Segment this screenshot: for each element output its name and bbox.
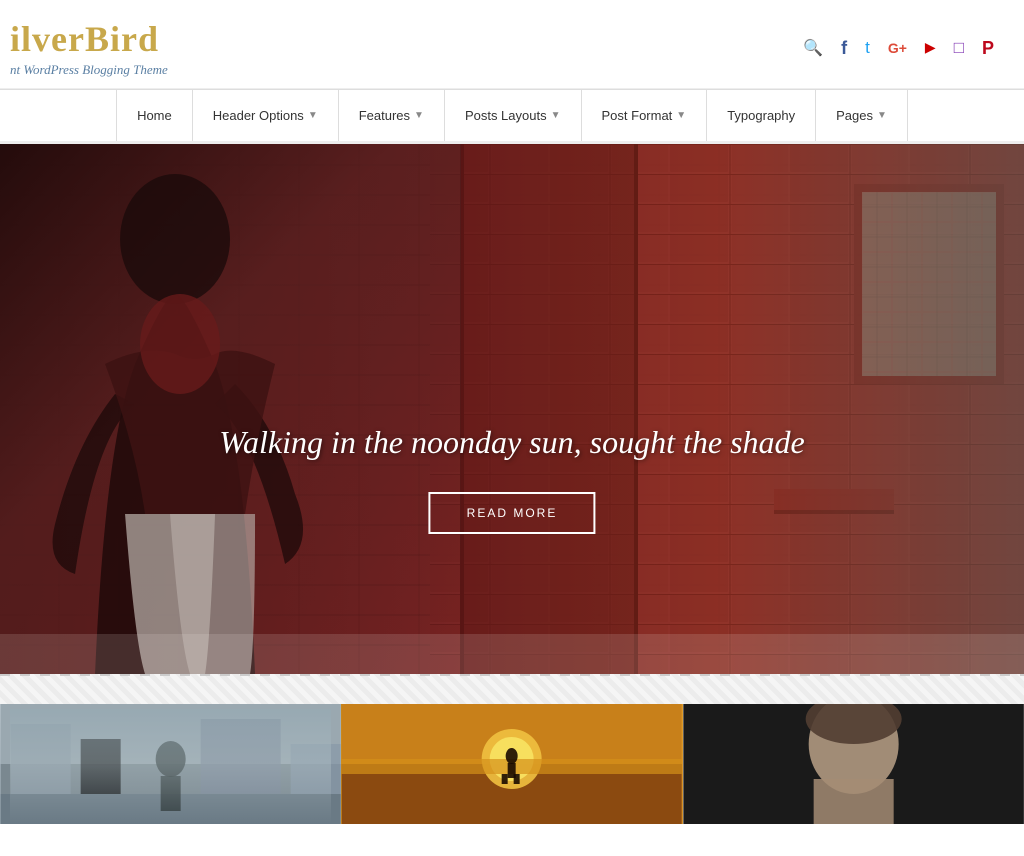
nav-label-typography: Typography	[727, 108, 795, 123]
nav-label-header-options: Header Options	[213, 108, 304, 123]
chevron-down-icon: ▼	[551, 110, 561, 121]
nav-item-posts-layouts[interactable]: Posts Layouts ▼	[445, 90, 582, 141]
nav-item-pages[interactable]: Pages ▼	[816, 90, 908, 141]
social-icons-bar: 🔍 f t G+ ▶ □ P	[803, 38, 994, 59]
site-header: ilverBird nt WordPress Blogging Theme 🔍 …	[0, 0, 1024, 89]
logo-area: ilverBird nt WordPress Blogging Theme	[10, 18, 168, 78]
nav-item-post-format[interactable]: Post Format ▼	[582, 90, 708, 141]
twitter-icon[interactable]: t	[865, 38, 870, 58]
nav-label-posts-layouts: Posts Layouts	[465, 108, 547, 123]
read-more-button[interactable]: READ MORE	[429, 492, 596, 534]
logo-title: ilverBird	[10, 18, 168, 60]
search-icon[interactable]: 🔍	[803, 38, 823, 58]
pinterest-icon[interactable]: P	[982, 38, 994, 59]
hero-section: Walking in the noonday sun, sought the s…	[0, 144, 1024, 674]
card-thumbnail-2[interactable]	[341, 704, 682, 824]
hero-title: Walking in the noonday sun, sought the s…	[102, 422, 921, 464]
youtube-icon[interactable]: ▶	[925, 40, 936, 57]
chevron-down-icon: ▼	[414, 110, 424, 121]
nav-item-header-options[interactable]: Header Options ▼	[193, 90, 339, 141]
instagram-icon[interactable]: □	[954, 38, 964, 58]
card-thumbnail-1[interactable]	[0, 704, 341, 824]
nav-item-home[interactable]: Home	[116, 90, 193, 141]
cards-row	[0, 704, 1024, 824]
nav-inner: Home Header Options ▼ Features ▼ Posts L…	[0, 90, 1024, 141]
nav-item-typography[interactable]: Typography	[707, 90, 816, 141]
chevron-down-icon: ▼	[308, 110, 318, 121]
nav-label-post-format: Post Format	[602, 108, 673, 123]
facebook-icon[interactable]: f	[841, 38, 847, 59]
pattern-divider	[0, 674, 1024, 704]
googleplus-icon[interactable]: G+	[888, 40, 907, 56]
nav-label-features: Features	[359, 108, 410, 123]
logo-subtitle: nt WordPress Blogging Theme	[10, 62, 168, 78]
chevron-down-icon: ▼	[877, 110, 887, 121]
hero-watermark	[0, 634, 1024, 674]
card-thumbnail-3[interactable]	[683, 704, 1024, 824]
main-navigation: Home Header Options ▼ Features ▼ Posts L…	[0, 89, 1024, 144]
nav-label-pages: Pages	[836, 108, 873, 123]
nav-label-home: Home	[137, 108, 172, 123]
hero-content: Walking in the noonday sun, sought the s…	[102, 422, 921, 534]
chevron-down-icon: ▼	[676, 110, 686, 121]
nav-item-features[interactable]: Features ▼	[339, 90, 445, 141]
